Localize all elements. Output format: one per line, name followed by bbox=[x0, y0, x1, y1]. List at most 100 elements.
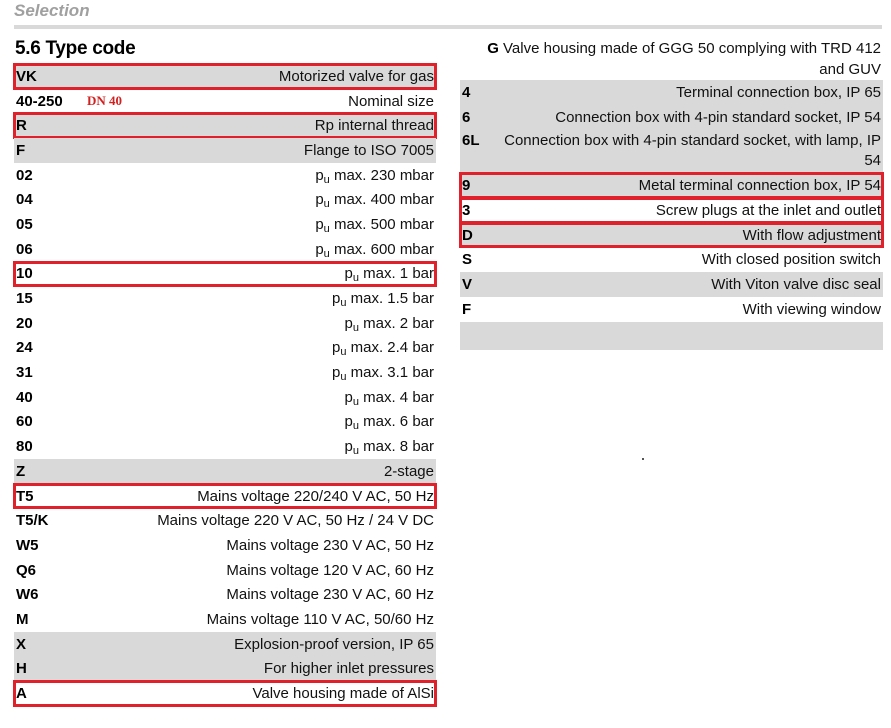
row-description: pu max. 230 mbar bbox=[315, 166, 434, 186]
row-code: 40 bbox=[16, 388, 33, 406]
row-code: 3 bbox=[462, 201, 471, 219]
row-description: G Valve housing made of GGG 50 complying… bbox=[462, 38, 881, 80]
row-description: pu max. 3.1 bar bbox=[332, 364, 434, 383]
row-description-text: max. 8 bar bbox=[358, 438, 434, 456]
row-code: 80 bbox=[16, 438, 33, 456]
type-code-row: 02 pu max. 230 mbar bbox=[14, 163, 436, 188]
row-code: 20 bbox=[16, 314, 33, 332]
row-description: pu max. 500 mbar bbox=[315, 215, 434, 235]
row-description: pu max. 1 bar bbox=[344, 265, 435, 284]
row-description-text: max. 600 mbar bbox=[329, 240, 434, 258]
row-description: With viewing window bbox=[742, 300, 881, 318]
annotation-note: DN 40 bbox=[87, 93, 123, 109]
row-description: pu max. 6 bar bbox=[344, 413, 435, 432]
row-description-text: max. 230 mbar bbox=[329, 166, 434, 184]
row-code: T5/K bbox=[16, 512, 49, 530]
type-code-row-selected: R Rp internal thread bbox=[13, 112, 437, 140]
row-description: pu max. 1.5 bar bbox=[332, 290, 434, 309]
type-code-row-selected: 10 pu max. 1 bar bbox=[13, 260, 437, 288]
row-code: 02 bbox=[16, 166, 33, 184]
row-description-line: and GUV bbox=[819, 61, 881, 78]
pressure-symbol: p bbox=[315, 166, 324, 184]
row-code: 05 bbox=[16, 215, 33, 233]
type-code-row: 31 pu max. 3.1 bar bbox=[14, 360, 436, 385]
row-code: 24 bbox=[16, 339, 33, 357]
pressure-symbol: p bbox=[344, 314, 353, 332]
type-code-row-selected: A Valve housing made of AlSi bbox=[13, 680, 437, 707]
row-code: F bbox=[462, 300, 472, 318]
type-code-row: 15 pu max. 1.5 bar bbox=[14, 286, 436, 311]
row-description: Mains voltage 220 V AC, 50 Hz / 24 V DC bbox=[157, 512, 434, 530]
row-code: 31 bbox=[16, 364, 33, 382]
type-code-row: S With closed position switch bbox=[460, 247, 883, 272]
type-code-row-selected: 9 Metal terminal connection box, IP 54 bbox=[459, 172, 884, 200]
row-description: For higher inlet pressures bbox=[263, 660, 434, 678]
row-code: 06 bbox=[16, 240, 33, 258]
type-code-row-selected: T5 Mains voltage 220/240 V AC, 50 Hz bbox=[13, 482, 437, 510]
type-code-row: F With viewing window bbox=[460, 297, 883, 322]
pressure-symbol: p bbox=[344, 265, 353, 283]
pressure-symbol: p bbox=[344, 438, 353, 456]
section-header: Selection bbox=[14, 1, 90, 20]
row-code: 40-250 bbox=[16, 92, 63, 110]
row-description: Valve housing made of AlSi bbox=[252, 685, 434, 703]
row-code: D bbox=[462, 226, 473, 244]
row-description: Mains voltage 220/240 V AC, 50 Hz bbox=[197, 487, 434, 505]
type-code-row: 6L Connection box with 4-pin standard soc… bbox=[460, 129, 883, 174]
row-description: Explosion-proof version, IP 65 bbox=[234, 635, 434, 653]
row-code: W5 bbox=[16, 536, 39, 554]
type-code-row: M Mains voltage 110 V AC, 50/60 Hz bbox=[14, 607, 436, 632]
row-description: Terminal connection box, IP 65 bbox=[676, 83, 881, 101]
row-code: T5 bbox=[16, 487, 34, 505]
row-description: Connection box with 4-pin standard socke… bbox=[504, 132, 881, 170]
row-description: With flow adjustment bbox=[742, 226, 881, 244]
type-code-row-selected: 3 Screw plugs at the inlet and outlet bbox=[459, 197, 884, 224]
row-code: 6L bbox=[462, 132, 480, 150]
type-code-row: 06 pu max. 600 mbar bbox=[14, 237, 436, 262]
type-code-row: Q6 Mains voltage 120 V AC, 60 Hz bbox=[14, 558, 436, 583]
row-description-text: max. 1 bar bbox=[358, 265, 434, 283]
row-description: Connection box with 4-pin standard socke… bbox=[555, 108, 881, 126]
type-code-row: Z 2-stage bbox=[14, 459, 436, 484]
row-description: Screw plugs at the inlet and outlet bbox=[655, 201, 881, 219]
row-description-text: max. 500 mbar bbox=[329, 215, 434, 233]
row-description-text: max. 2.4 bar bbox=[346, 339, 434, 357]
page-title: 5.6 Type code bbox=[15, 38, 136, 59]
type-code-row: 20 pu max. 2 bar bbox=[14, 311, 436, 336]
type-code-table-right: G Valve housing made of GGG 50 complying… bbox=[459, 38, 884, 350]
row-code: Q6 bbox=[16, 561, 37, 579]
row-code: 15 bbox=[16, 290, 33, 308]
row-description-text: Valve housing made of GGG 50 complying w… bbox=[503, 40, 881, 57]
type-code-row: 60 pu max. 6 bar bbox=[14, 410, 436, 435]
type-code-row: 40 pu max. 4 bar bbox=[14, 385, 436, 410]
type-code-row bbox=[460, 321, 883, 350]
row-description: Flange to ISO 7005 bbox=[303, 141, 434, 159]
row-code: X bbox=[16, 635, 27, 653]
row-code: 6 bbox=[462, 108, 471, 126]
row-description: Nominal size bbox=[348, 92, 434, 110]
type-code-table-left: VK Motorized valve for gas 40-250 DN 40 Nomi… bbox=[13, 63, 437, 707]
type-code-row: 80 pu max. 8 bar bbox=[14, 434, 436, 459]
row-description-text: max. 3.1 bar bbox=[346, 364, 434, 382]
row-code: 10 bbox=[16, 265, 33, 283]
row-code: 4 bbox=[462, 83, 471, 101]
row-description-text: max. 6 bar bbox=[358, 413, 434, 431]
type-code-row: W6 Mains voltage 230 V AC, 60 Hz bbox=[14, 582, 436, 607]
row-description: pu max. 600 mbar bbox=[315, 240, 434, 260]
row-description: pu max. 2.4 bar bbox=[332, 339, 434, 358]
type-code-row: W5 Mains voltage 230 V AC, 50 Hz bbox=[14, 533, 436, 558]
type-code-row-selected: VK Motorized valve for gas bbox=[13, 63, 437, 90]
row-description-text: max. 400 mbar bbox=[329, 191, 434, 209]
type-code-row: 6 Connection box with 4-pin standard sock… bbox=[460, 104, 883, 130]
row-code: V bbox=[462, 275, 473, 293]
pressure-symbol: p bbox=[315, 215, 324, 233]
row-code: Z bbox=[16, 462, 26, 480]
row-code: H bbox=[16, 660, 27, 678]
pressure-symbol: p bbox=[344, 413, 353, 431]
row-description: pu max. 4 bar bbox=[345, 389, 435, 408]
type-code-row: X Explosion-proof version, IP 65 bbox=[14, 631, 436, 657]
type-code-row: 24 pu max. 2.4 bar bbox=[14, 336, 436, 361]
row-description-text: max. 2 bar bbox=[358, 314, 434, 332]
type-code-row: G Valve housing made of GGG 50 complying… bbox=[460, 38, 883, 80]
type-code-row: V With Viton valve disc seal bbox=[460, 272, 883, 297]
